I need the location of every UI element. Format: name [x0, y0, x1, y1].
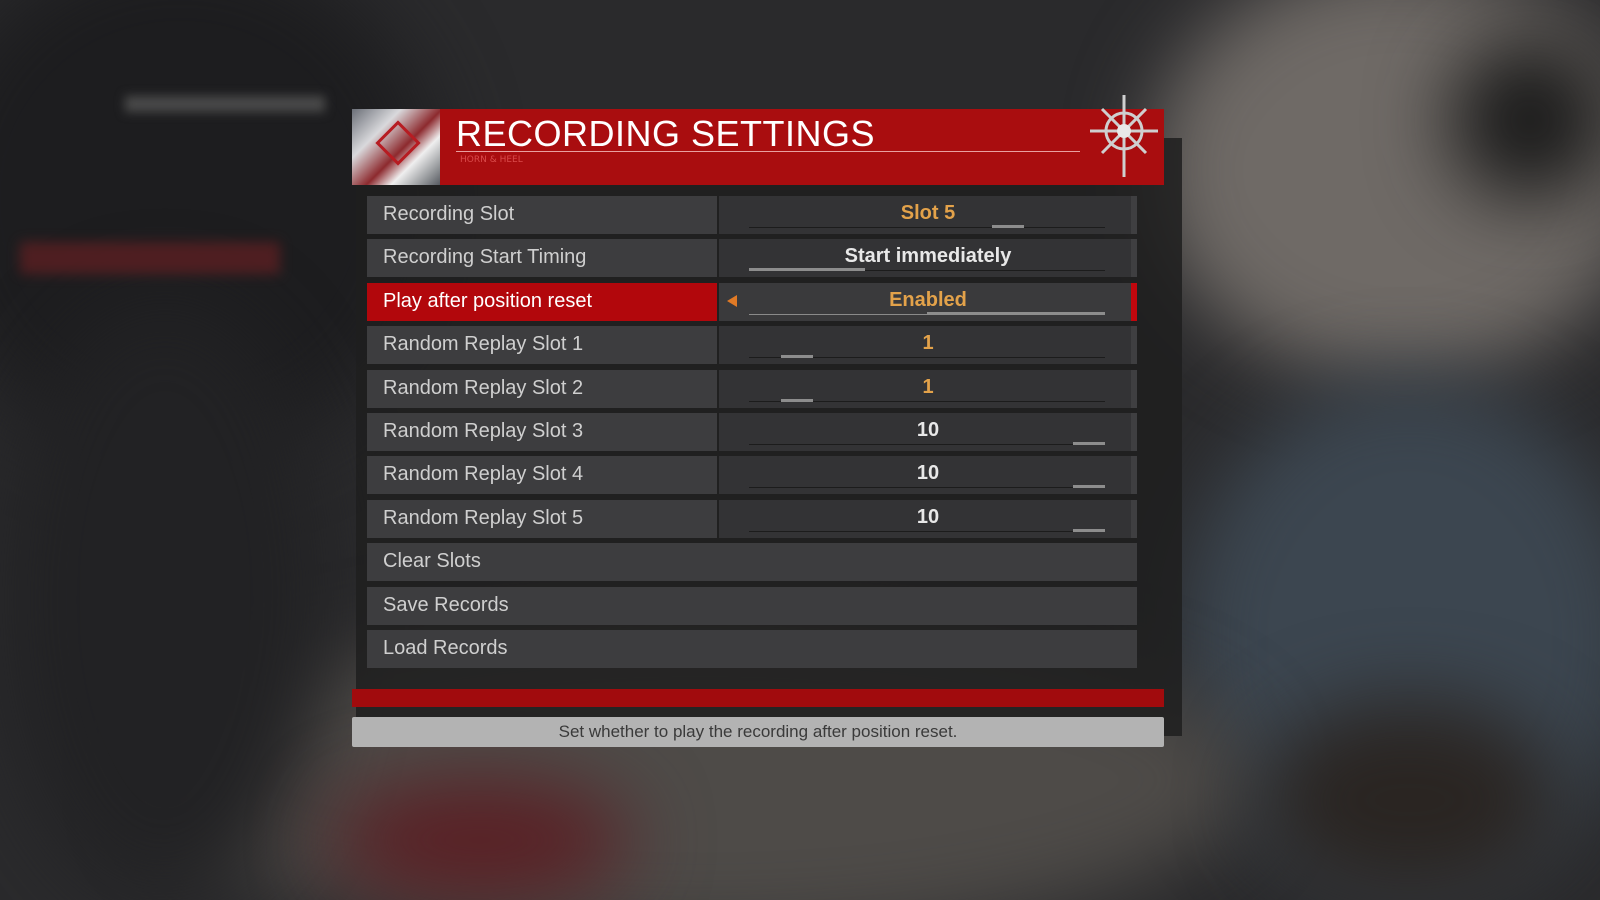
- save-records-button[interactable]: Save Records: [367, 586, 1137, 625]
- title-underline: [456, 151, 1080, 152]
- setting-label-cell: Random Replay Slot 2: [367, 369, 717, 408]
- setting-label-cell: Random Replay Slot 1: [367, 326, 717, 365]
- action-label: Load Records: [383, 637, 508, 659]
- value-slider-track: [749, 444, 1105, 445]
- setting-label-cell: Random Replay Slot 5: [367, 499, 717, 538]
- value-slider-track: [749, 530, 1105, 532]
- value-slider-track: [749, 487, 1105, 489]
- setting-value: Slot 5: [900, 202, 956, 224]
- value-cell-edge: [1131, 196, 1137, 234]
- value-slider-thumb: [749, 268, 865, 272]
- value-cell-edge: [1131, 499, 1137, 538]
- setting-value-selector[interactable]: Start immediately: [719, 239, 1137, 278]
- value-slider-track: [749, 227, 1105, 228]
- setting-label: Random Replay Slot 1: [383, 333, 584, 356]
- action-label: Clear Slots: [383, 550, 481, 573]
- setting-row-random-replay-slot-3[interactable]: Random Replay Slot 3 10: [367, 413, 1137, 451]
- setting-value: 10: [916, 462, 940, 485]
- value-slider-thumb: [1073, 528, 1105, 532]
- value-cell-edge: [1131, 239, 1137, 278]
- setting-label: Random Replay Slot 3: [383, 420, 584, 442]
- value-cell-edge: [1131, 369, 1137, 408]
- setting-value-selector[interactable]: 1: [719, 326, 1137, 365]
- setting-value: Enabled: [889, 288, 967, 311]
- setting-label-cell: Play after position reset: [367, 282, 717, 321]
- setting-value-selector[interactable]: 10: [719, 456, 1137, 495]
- setting-label-cell: Random Replay Slot 3: [367, 413, 717, 451]
- page-title: RECORDING SETTINGS: [456, 113, 876, 154]
- load-records-button[interactable]: Load Records: [367, 630, 1137, 668]
- recording-settings-panel: RECORDING SETTINGS HORN & HEEL Recording…: [352, 95, 1164, 747]
- setting-value-selector[interactable]: 1: [719, 369, 1137, 408]
- setting-label-cell: Random Replay Slot 4: [367, 456, 717, 495]
- value-slider-thumb: [781, 355, 814, 359]
- panel-footer-bar: [352, 689, 1164, 707]
- crest-emblem-icon: [1090, 95, 1158, 177]
- setting-row-random-replay-slot-1[interactable]: Random Replay Slot 1 1: [367, 326, 1137, 365]
- value-cell-edge: [1131, 282, 1137, 321]
- setting-value-selector[interactable]: 10: [719, 499, 1137, 538]
- value-slider-thumb: [1073, 442, 1105, 445]
- panel-header: RECORDING SETTINGS HORN & HEEL: [352, 95, 1164, 185]
- setting-label: Random Replay Slot 4: [383, 463, 584, 486]
- setting-label-cell: Recording Start Timing: [367, 239, 717, 278]
- setting-value: Start immediately: [844, 245, 1012, 268]
- setting-value-selector[interactable]: Slot 5: [719, 196, 1137, 234]
- value-slider-thumb: [781, 398, 814, 402]
- setting-label: Recording Slot: [383, 203, 515, 225]
- setting-label: Play after position reset: [383, 289, 592, 312]
- value-cell-edge: [1131, 326, 1137, 365]
- value-slider-thumb: [992, 225, 1024, 228]
- setting-row-random-replay-slot-2[interactable]: Random Replay Slot 2 1: [367, 369, 1137, 408]
- help-text-bar: Set whether to play the recording after …: [352, 717, 1164, 747]
- setting-label: Random Replay Slot 2: [383, 376, 584, 399]
- page-subtitle: HORN & HEEL: [460, 155, 523, 165]
- clear-slots-button[interactable]: Clear Slots: [367, 543, 1137, 582]
- action-label: Save Records: [383, 593, 509, 616]
- setting-label: Recording Start Timing: [383, 246, 587, 269]
- setting-value: 1: [922, 375, 934, 398]
- value-cell-edge: [1131, 456, 1137, 495]
- setting-row-random-replay-slot-5[interactable]: Random Replay Slot 5 10: [367, 499, 1137, 538]
- value-slider-thumb: [927, 311, 1105, 315]
- setting-value: 10: [916, 505, 940, 528]
- setting-value-selector[interactable]: Enabled: [719, 282, 1137, 321]
- setting-row-random-replay-slot-4[interactable]: Random Replay Slot 4 10: [367, 456, 1137, 495]
- setting-value-selector[interactable]: 10: [719, 413, 1137, 451]
- setting-label-cell: Recording Slot: [367, 196, 717, 234]
- help-text: Set whether to play the recording after …: [558, 722, 958, 741]
- value-cell-edge: [1131, 413, 1137, 451]
- setting-value: 10: [916, 419, 940, 441]
- setting-row-recording-slot[interactable]: Recording Slot Slot 5: [367, 196, 1137, 234]
- action-cell: Load Records: [367, 630, 1137, 668]
- action-cell: Save Records: [367, 586, 1137, 625]
- setting-row-play-after-position-reset[interactable]: Play after position reset Enabled: [367, 282, 1137, 321]
- action-cell: Clear Slots: [367, 543, 1137, 582]
- setting-label: Random Replay Slot 5: [383, 506, 584, 529]
- setting-value: 1: [922, 332, 934, 355]
- setting-row-recording-start-timing[interactable]: Recording Start Timing Start immediately: [367, 239, 1137, 278]
- value-slider-thumb: [1073, 485, 1105, 489]
- character-thumbnail: [352, 109, 440, 185]
